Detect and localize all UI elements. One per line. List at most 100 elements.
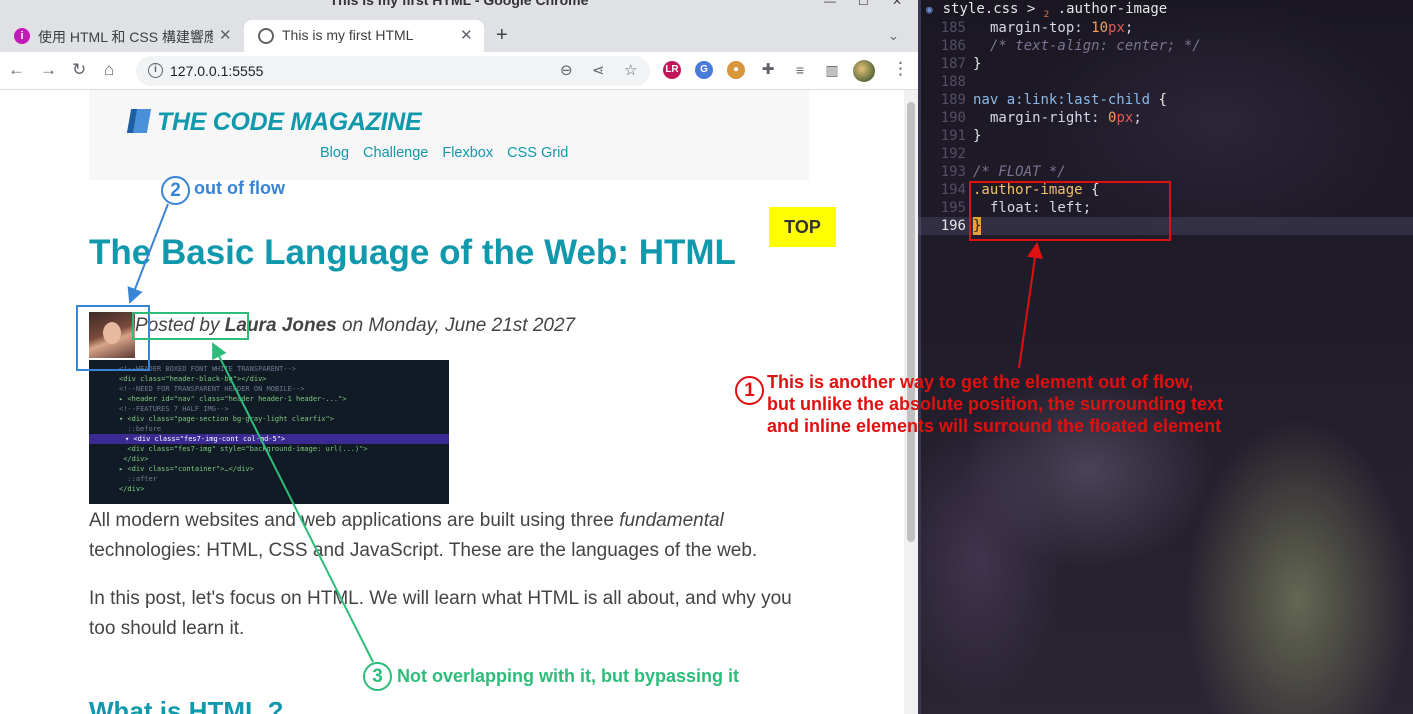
- kebab-menu-icon[interactable]: ⋮: [892, 59, 909, 79]
- bookmark-star-icon[interactable]: ☆: [624, 61, 637, 79]
- tab-label: This is my first HTML: [282, 27, 414, 43]
- code-editor: ◉ style.css > 2 .author-image 185 margin-t…: [918, 0, 1413, 714]
- breadcrumb-file: style.css: [942, 1, 1019, 17]
- byline-date: on Monday, June 21st 2027: [336, 315, 576, 336]
- para1-text: All modern websites and web applications…: [89, 510, 620, 531]
- para1-text-end: technologies: HTML, CSS and JavaScript. …: [89, 539, 758, 561]
- breadcrumb-selector: .author-image: [1057, 1, 1168, 17]
- side-panel-icon[interactable]: ▥: [823, 61, 841, 79]
- code-token: px: [1108, 20, 1125, 36]
- tab-html-css-course[interactable]: i 使用 HTML 和 CSS 構建響應 ✕: [0, 20, 240, 52]
- code-text: /* FLOAT */: [973, 164, 1066, 180]
- code-token: 10: [1091, 20, 1109, 36]
- reload-icon[interactable]: ↻: [72, 60, 86, 80]
- translate-extension-icon[interactable]: G: [695, 61, 713, 79]
- nav-link-challenge[interactable]: Challenge: [363, 145, 428, 161]
- tab-label: 使用 HTML 和 CSS 構建響應: [38, 29, 213, 45]
- site-info-icon[interactable]: i: [148, 63, 163, 78]
- book-icon: [126, 109, 152, 133]
- code-line[interactable]: 185 margin-top: 10px;: [918, 19, 1413, 37]
- forward-arrow-icon[interactable]: →: [40, 60, 57, 80]
- home-icon[interactable]: ⌂: [104, 60, 114, 80]
- code-token: :link:last-child: [1015, 92, 1151, 108]
- tab-first-html[interactable]: This is my first HTML ✕: [244, 20, 484, 52]
- tab-close-icon[interactable]: ✕: [460, 26, 473, 44]
- close-window-icon[interactable]: ✕: [892, 0, 902, 8]
- code-line[interactable]: 192: [918, 145, 1413, 163]
- line-number: 194: [940, 182, 966, 198]
- annotation-box-float-rule: [969, 181, 1171, 241]
- share-icon[interactable]: ⋖: [592, 61, 605, 79]
- code-token: margin-right:: [990, 110, 1109, 126]
- annotation-box-posted-by: [132, 312, 249, 340]
- line-number: 195: [940, 200, 966, 216]
- post-hero-image: <!--HEADER BOXED FONT WHITE TRANSPARENT-…: [89, 360, 449, 504]
- annotation-number-1: 1: [735, 376, 764, 405]
- editor-breadcrumb[interactable]: ◉ style.css > 2 .author-image: [926, 1, 1167, 20]
- code-token: px: [1116, 110, 1134, 126]
- line-number: 186: [940, 38, 966, 54]
- annotation-out-of-flow: out of flow: [194, 178, 285, 198]
- address-bar[interactable]: i 127.0.0.1:5555 ⊖ ⋖ ☆: [136, 56, 650, 86]
- intro-paragraph: All modern websites and web applications…: [89, 506, 809, 565]
- top-link-button[interactable]: TOP: [769, 207, 836, 247]
- line-number: 190: [940, 110, 966, 126]
- line-number: 191: [940, 128, 966, 144]
- code-line[interactable]: 189 nav a:link:last-child {: [918, 91, 1413, 109]
- line-number: 185: [940, 20, 966, 36]
- code-text: margin-right: 0px;: [990, 109, 1142, 127]
- new-tab-icon[interactable]: +: [496, 24, 508, 47]
- url-text[interactable]: 127.0.0.1:5555: [170, 63, 263, 79]
- css-file-icon: ◉: [926, 3, 933, 16]
- cookie-extension-icon[interactable]: ●: [727, 61, 745, 79]
- logo-text: THE CODE MAGAZINE: [157, 108, 422, 136]
- section-heading-what-is-html: What is HTML ?: [89, 696, 284, 714]
- nav-link-flexbox[interactable]: Flexbox: [442, 145, 493, 161]
- annotation-float-explanation: This is another way to get the element o…: [767, 371, 1223, 437]
- code-line[interactable]: 191}: [918, 127, 1413, 145]
- profile-avatar[interactable]: [853, 60, 875, 82]
- code-line[interactable]: 193 /* FLOAT */: [918, 163, 1413, 181]
- scrollbar-thumb[interactable]: [907, 102, 915, 542]
- code-token: ;: [1124, 20, 1134, 36]
- annotation-line: This is another way to get the element o…: [767, 372, 1194, 392]
- line-number: 192: [940, 146, 966, 162]
- back-arrow-icon[interactable]: ←: [8, 60, 25, 80]
- code-token: nav a: [973, 92, 1016, 108]
- site-logo[interactable]: THE CODE MAGAZINE: [126, 108, 422, 137]
- nav-link-css-grid[interactable]: CSS Grid: [507, 145, 568, 161]
- page-header: THE CODE MAGAZINE Blog Challenge Flexbox CS…: [89, 90, 809, 180]
- code-token: margin-top:: [990, 20, 1092, 36]
- focus-paragraph: In this post, let's focus on HTML. We wi…: [89, 588, 792, 639]
- para1-emphasis: fundamental: [619, 510, 724, 531]
- code-line[interactable]: 186 /* text-align: center; */: [918, 37, 1413, 55]
- puzzle-extensions-icon[interactable]: ✚: [759, 61, 777, 79]
- minimize-icon[interactable]: —: [824, 0, 836, 8]
- annotation-line: and inline elements will surround the fl…: [767, 416, 1222, 436]
- code-token: {: [1150, 92, 1167, 108]
- tab-close-icon[interactable]: ✕: [219, 26, 232, 44]
- tab-bar: i 使用 HTML 和 CSS 構建響應 ✕ This is my first …: [0, 14, 918, 52]
- zoom-icon[interactable]: ⊖: [560, 61, 573, 79]
- main-nav: Blog Challenge Flexbox CSS Grid: [320, 145, 582, 161]
- browser-toolbar: ← → ↻ ⌂ i 127.0.0.1:5555 ⊖ ⋖ ☆ LR G ● ✚ …: [0, 52, 918, 90]
- code-line[interactable]: 188: [918, 73, 1413, 91]
- code-text: nav a:link:last-child {: [973, 91, 1167, 109]
- annotation-number-2: 2: [161, 176, 190, 205]
- line-number: 193: [940, 164, 966, 180]
- window-title: This is my first HTML - Google Chrome: [329, 0, 589, 8]
- reading-list-icon[interactable]: ≡: [791, 61, 809, 79]
- code-text: }: [973, 128, 982, 144]
- code-line[interactable]: 190 margin-right: 0px;: [918, 109, 1413, 127]
- chevron-down-icon[interactable]: ⌄: [888, 28, 899, 44]
- code-line[interactable]: 187}: [918, 55, 1413, 73]
- breadcrumb-separator: >: [1026, 1, 1036, 17]
- code-text: /* text-align: center; */: [990, 38, 1201, 54]
- nav-link-blog[interactable]: Blog: [320, 145, 349, 161]
- post-title: The Basic Language of the Web: HTML: [89, 233, 736, 272]
- extension-lr-icon[interactable]: LR: [663, 61, 681, 79]
- info-circle-icon: i: [14, 28, 30, 44]
- code-text: }: [973, 56, 982, 72]
- annotation-line: but unlike the absolute position, the su…: [767, 394, 1224, 414]
- maximize-icon[interactable]: ☐: [858, 0, 869, 8]
